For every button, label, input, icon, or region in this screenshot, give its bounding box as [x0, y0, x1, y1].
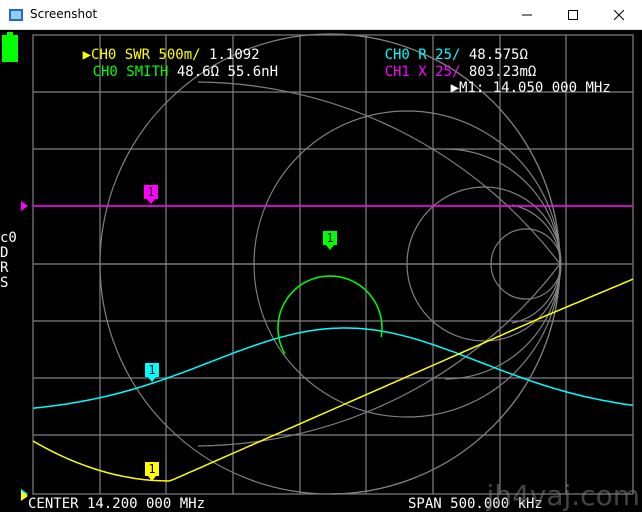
center-frequency: CENTER 14.200 000 MHz	[28, 496, 206, 512]
ch0-smith-value: 48.6Ω 55.6nH	[176, 64, 279, 80]
minimize-button[interactable]	[504, 0, 550, 30]
swr-trace	[32, 278, 634, 482]
marker-1-resistance: 1	[145, 363, 159, 382]
marker-readout-arrow-icon: ▶	[450, 80, 460, 96]
title-bar[interactable]: Screenshot	[0, 0, 642, 30]
maximize-icon	[568, 10, 578, 20]
reactance-reference-arrow	[21, 201, 28, 211]
resistance-trace	[32, 327, 634, 409]
side-label-2: R	[0, 260, 9, 276]
close-icon	[614, 10, 624, 20]
side-label-3: S	[0, 275, 9, 291]
maximize-button[interactable]	[550, 0, 596, 30]
screenshot-window: Screenshot 1 1 1 1 ▶CH0 SWR 500m/ 1.1092…	[0, 0, 642, 512]
close-button[interactable]	[596, 0, 642, 30]
marker-1-reactance: 1	[144, 185, 158, 204]
marker-readout: ▶M1: 14.050 000 MHz	[400, 64, 611, 112]
marker-1-smith-label: 1	[326, 231, 333, 245]
app-icon	[9, 9, 23, 21]
marker-readout-text: M1: 14.050 000 MHz	[459, 80, 611, 96]
battery-icon	[2, 32, 18, 62]
ch0-smith-readout: CH0 SMITH 48.6Ω 55.6nH	[42, 48, 278, 96]
window-title: Screenshot	[30, 7, 98, 21]
marker-1-resistance-label: 1	[148, 363, 155, 377]
analyzer-screen: 1 1 1 1 ▶CH0 SWR 500m/ 1.1092 CH0 SMITH …	[0, 30, 642, 512]
marker-1-swr-label: 1	[148, 462, 155, 476]
ch0-smith-label: CH0 SMITH	[92, 64, 169, 80]
marker-1-swr: 1	[145, 462, 159, 481]
side-label-1: D	[0, 245, 9, 261]
minimize-icon	[522, 14, 532, 16]
watermark: jh4vaj.com	[486, 479, 640, 512]
marker-1-smith: 1	[323, 231, 337, 250]
marker-1-reactance-label: 1	[147, 185, 154, 199]
side-label-0: c0	[0, 230, 17, 246]
